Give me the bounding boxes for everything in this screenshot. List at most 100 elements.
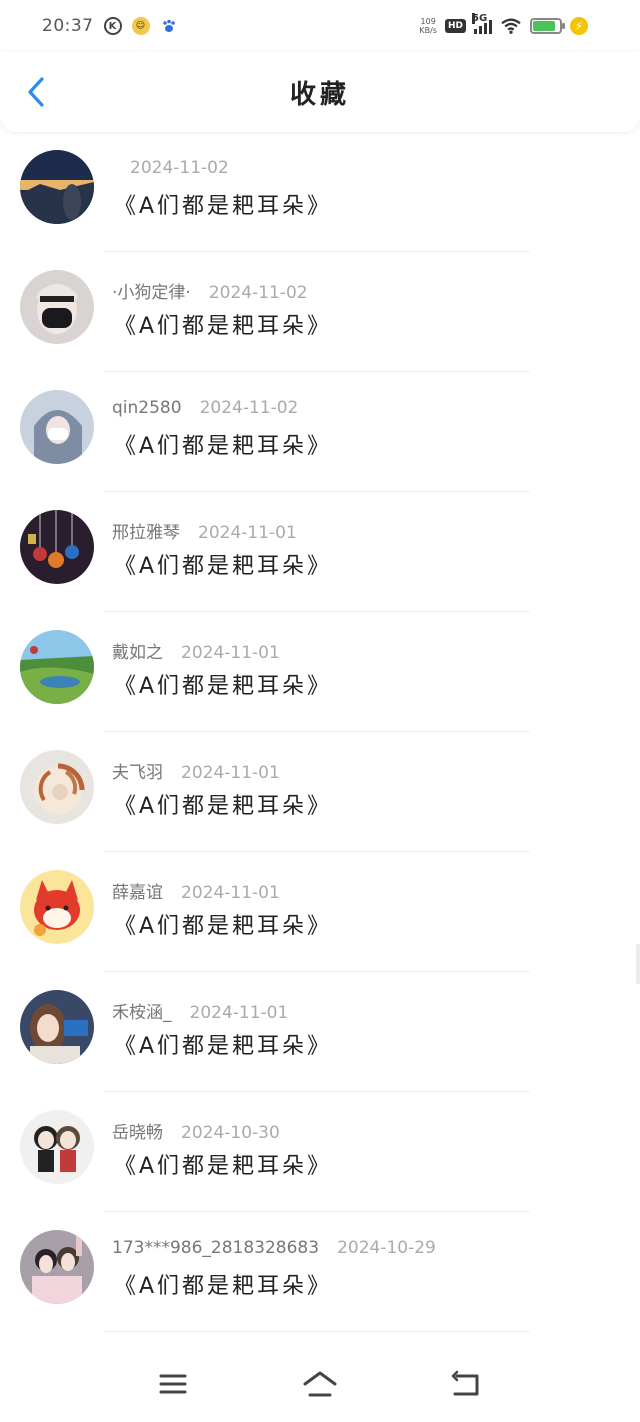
page-title: 收藏	[289, 79, 350, 110]
back-nav-button[interactable]	[447, 1364, 487, 1404]
couple-dolls-avatar-image	[20, 1110, 94, 1184]
status-left: 20:37 K ☺	[42, 16, 178, 36]
home-button[interactable]	[300, 1364, 340, 1404]
avatar[interactable]	[20, 990, 94, 1064]
username: 禾桉涵_	[112, 1003, 172, 1023]
item-meta: 2024-11-02	[112, 158, 229, 178]
item-meta: 岳晓畅 2024-10-30	[112, 1118, 280, 1143]
favorites-list: 2024-11-02 《A们都是耙耳朵》 ·小狗定律· 2024-11-02 《A们都是…	[0, 132, 640, 1332]
favorite-title[interactable]: 《A们都是耙耳朵》	[114, 668, 332, 700]
avatar[interactable]	[20, 270, 94, 344]
battery-icon	[530, 18, 565, 34]
favorite-date: 2024-11-01	[181, 763, 280, 783]
avatar[interactable]	[20, 630, 94, 704]
back-button[interactable]	[20, 76, 52, 108]
signal-bar	[484, 23, 487, 34]
header: 收藏	[0, 52, 640, 132]
username: 邢拉雅琴	[112, 523, 180, 543]
favorite-date: 2024-10-29	[337, 1238, 436, 1258]
net-speed: 109 KB/s	[419, 17, 437, 35]
favorite-date: 2024-11-01	[198, 523, 297, 543]
menu-icon	[159, 1374, 187, 1394]
edge-handle[interactable]	[636, 944, 640, 984]
divider	[104, 1331, 530, 1332]
avatar[interactable]	[20, 1110, 94, 1184]
avatar[interactable]	[20, 750, 94, 824]
charging-icon: ⚡	[570, 17, 588, 35]
signal-bar	[474, 29, 477, 34]
favorite-title[interactable]: 《A们都是耙耳朵》	[114, 548, 332, 580]
charms-avatar-image	[20, 510, 94, 584]
favorite-date: 2024-11-01	[189, 1003, 289, 1023]
favorite-date: 2024-11-01	[181, 643, 280, 663]
favorite-title[interactable]: 《A们都是耙耳朵》	[114, 1268, 332, 1300]
signal-bar	[489, 20, 492, 34]
item-meta: 薛嘉谊 2024-11-01	[112, 878, 280, 903]
item-meta: 邢拉雅琴 2024-11-01	[112, 518, 297, 543]
paw-icon	[160, 17, 178, 35]
avatar[interactable]	[20, 510, 94, 584]
two-people-avatar-image	[20, 1230, 94, 1304]
k-app-icon: K	[103, 17, 122, 35]
net-speed-value: 109	[420, 17, 436, 26]
favorite-date: 2024-11-02	[130, 158, 229, 178]
item-meta: ·小狗定律· 2024-11-02	[112, 278, 308, 303]
red-fox-cartoon-avatar-image	[20, 870, 94, 944]
favorite-date: 2024-11-01	[181, 883, 280, 903]
favorite-item[interactable]: 岳晓畅 2024-10-30 《A们都是耙耳朵》	[0, 1092, 640, 1212]
favorite-item[interactable]: ·小狗定律· 2024-11-02 《A们都是耙耳朵》	[0, 252, 640, 372]
favorite-item[interactable]: 薛嘉谊 2024-11-01 《A们都是耙耳朵》	[0, 852, 640, 972]
favorite-title[interactable]: 《A们都是耙耳朵》	[114, 788, 332, 820]
favorite-title[interactable]: 《A们都是耙耳朵》	[114, 908, 332, 940]
night-landscape-avatar-image	[20, 150, 94, 224]
status-bar: 20:37 K ☺ 109 KB/s HD 5G ⚡	[0, 0, 640, 52]
item-meta: 夫飞羽 2024-11-01	[112, 758, 280, 783]
favorite-date: 2024-11-02	[199, 398, 299, 418]
username: 薛嘉谊	[112, 883, 163, 903]
username: 戴如之	[112, 643, 163, 663]
nautilus-shell-avatar-image	[20, 750, 94, 824]
home-icon	[303, 1371, 337, 1397]
favorite-item[interactable]: 2024-11-02 《A们都是耙耳朵》	[0, 132, 640, 252]
avatar[interactable]	[20, 390, 94, 464]
username: 岳晓畅	[112, 1123, 163, 1143]
favorite-item[interactable]: 禾桉涵_ 2024-11-01 《A们都是耙耳朵》	[0, 972, 640, 1092]
favorite-title[interactable]: 《A们都是耙耳朵》	[114, 1028, 332, 1060]
favorite-item[interactable]: 邢拉雅琴 2024-11-01 《A们都是耙耳朵》	[0, 492, 640, 612]
username: qin2580	[112, 398, 182, 418]
item-meta: qin2580 2024-11-02	[112, 398, 298, 418]
favorite-title[interactable]: 《A们都是耙耳朵》	[114, 188, 332, 220]
face-app-icon: ☺	[131, 17, 150, 35]
favorite-item[interactable]: 戴如之 2024-11-01 《A们都是耙耳朵》	[0, 612, 640, 732]
username: ·小狗定律·	[112, 283, 191, 303]
favorite-item[interactable]: qin2580 2024-11-02 《A们都是耙耳朵》	[0, 372, 640, 492]
avatar[interactable]	[20, 150, 94, 224]
favorite-title[interactable]: 《A们都是耙耳朵》	[114, 1148, 332, 1180]
battery-fill	[533, 21, 556, 31]
menu-button[interactable]	[153, 1364, 193, 1404]
hd-badge: HD	[444, 19, 466, 33]
favorite-title[interactable]: 《A们都是耙耳朵》	[114, 428, 332, 460]
signal-icon: 5G	[472, 13, 492, 34]
item-meta: 173***986_2818328683 2024-10-29	[112, 1238, 436, 1258]
favorite-date: 2024-11-02	[208, 283, 308, 303]
net-speed-unit: KB/s	[419, 26, 437, 35]
wifi-icon	[501, 18, 521, 34]
username: 夫飞羽	[112, 763, 163, 783]
signal-bar	[479, 26, 482, 34]
chevron-left-icon	[28, 77, 44, 107]
item-meta: 禾桉涵_ 2024-11-01	[112, 998, 288, 1023]
hooded-girl-avatar-image	[20, 390, 94, 464]
back-icon	[451, 1370, 479, 1396]
item-meta: 戴如之 2024-11-01	[112, 638, 280, 663]
favorite-title[interactable]: 《A们都是耙耳朵》	[114, 308, 332, 340]
fields-avatar-image	[20, 630, 94, 704]
masked-person-avatar-image	[20, 270, 94, 344]
avatar[interactable]	[20, 870, 94, 944]
girl-selfie-avatar-image	[20, 990, 94, 1064]
status-right: 109 KB/s HD 5G ⚡	[419, 13, 588, 35]
favorite-item[interactable]: 173***986_2818328683 2024-10-29 《A们都是耙耳朵》	[0, 1212, 640, 1332]
avatar[interactable]	[20, 1230, 94, 1304]
username: 173***986_2818328683	[112, 1238, 320, 1258]
favorite-item[interactable]: 夫飞羽 2024-11-01 《A们都是耙耳朵》	[0, 732, 640, 852]
